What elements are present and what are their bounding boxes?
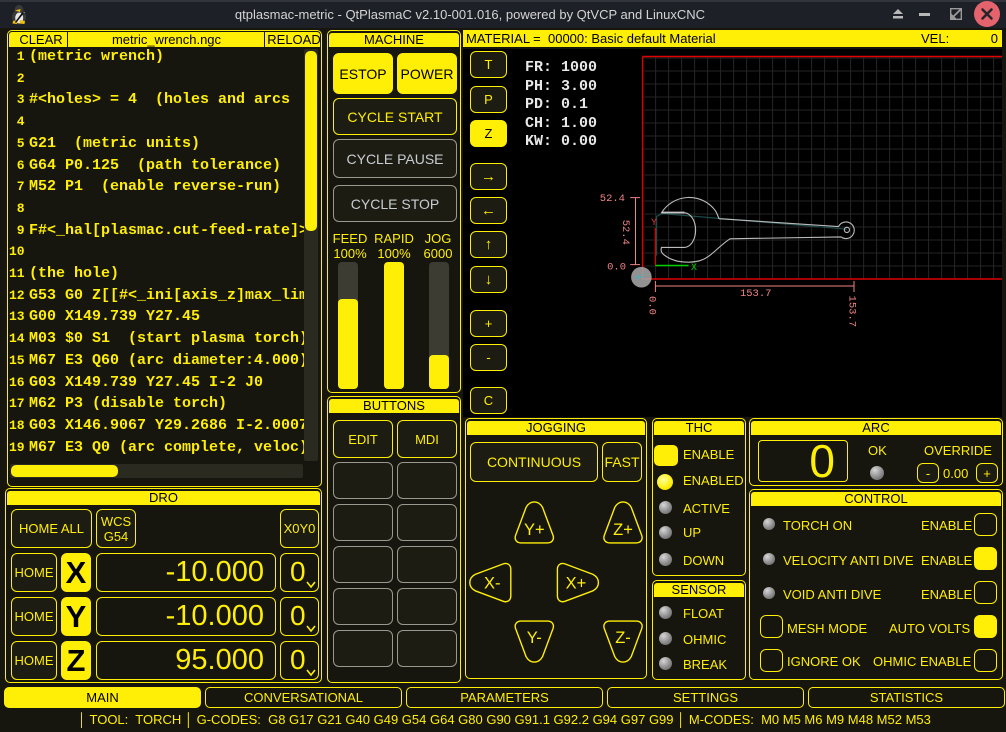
- svg-text:0.0: 0.0: [646, 296, 658, 315]
- svg-text:153.7: 153.7: [740, 288, 772, 300]
- svg-text:X-: X-: [484, 574, 501, 592]
- svg-text:Z+: Z+: [613, 521, 633, 539]
- svg-text:153.7: 153.7: [846, 296, 858, 328]
- svg-text:X+: X+: [566, 574, 587, 592]
- svg-text:Y: Y: [651, 218, 657, 229]
- svg-text:Z-: Z-: [615, 629, 631, 647]
- svg-text:Y+: Y+: [524, 521, 545, 539]
- svg-text:X: X: [691, 263, 697, 274]
- svg-text:52.4: 52.4: [619, 220, 631, 245]
- svg-text:52.4: 52.4: [600, 193, 625, 205]
- svg-text:Y-: Y-: [527, 629, 542, 647]
- svg-text:0.0: 0.0: [607, 262, 626, 274]
